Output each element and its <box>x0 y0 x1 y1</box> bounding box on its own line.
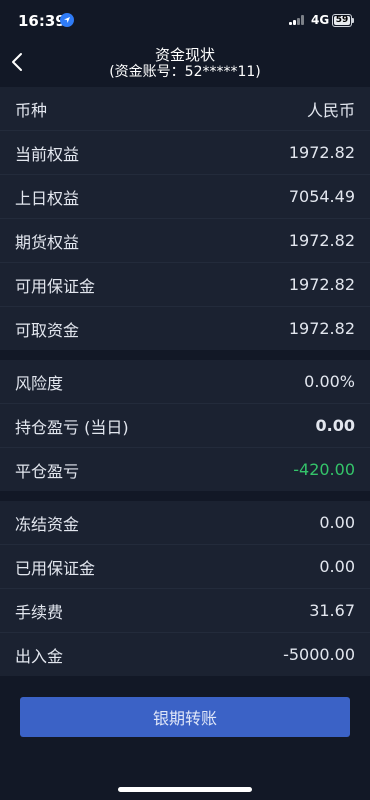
signal-icon <box>289 15 305 25</box>
withdrawable-funds-value: 1972.82 <box>288 319 355 338</box>
available-margin-value: 1972.82 <box>288 275 355 294</box>
location-arrow-icon <box>60 13 74 27</box>
section-divider <box>0 350 370 360</box>
row-commission: 手续费 31.67 <box>0 589 370 633</box>
deposit-withdrawal-label: 出入金 <box>15 646 64 666</box>
row-frozen-funds: 冻结资金 0.00 <box>0 501 370 545</box>
row-withdrawable-funds: 可取资金 1972.82 <box>0 307 370 350</box>
margin-fees-section: 冻结资金 0.00 已用保证金 0.00 手续费 31.67 出入金 -5000… <box>0 501 370 676</box>
back-button[interactable] <box>6 50 30 74</box>
previous-equity-value: 7054.49 <box>288 187 355 206</box>
position-pnl-value: 0.00 <box>315 416 355 435</box>
battery-level: 59 <box>335 15 349 25</box>
page-title: 资金现状 <box>154 46 215 64</box>
battery-icon: 59 <box>332 14 354 27</box>
row-previous-equity: 上日权益 7054.49 <box>0 175 370 219</box>
row-used-margin: 已用保证金 0.00 <box>0 545 370 589</box>
risk-pnl-section: 风险度 0.00% 持仓盈亏 (当日) 0.00 平仓盈亏 -420.00 <box>0 360 370 491</box>
position-pnl-label: 持仓盈亏 (当日) <box>15 417 129 437</box>
row-risk-degree: 风险度 0.00% <box>0 360 370 404</box>
current-equity-label: 当前权益 <box>15 144 80 164</box>
used-margin-value: 0.00 <box>319 557 355 576</box>
row-deposit-withdrawal: 出入金 -5000.00 <box>0 633 370 676</box>
status-time: 16:39 <box>18 12 66 30</box>
row-currency: 币种 人民币 <box>0 87 370 131</box>
available-margin-label: 可用保证金 <box>15 276 96 296</box>
currency-value: 人民币 <box>306 100 355 120</box>
bank-futures-transfer-button[interactable]: 银期转账 <box>20 697 350 737</box>
status-bar: 16:39 4G 59 <box>0 0 370 42</box>
fund-summary-section: 币种 人民币 当前权益 1972.82 上日权益 7054.49 期货权益 19… <box>0 87 370 350</box>
commission-label: 手续费 <box>15 602 64 622</box>
commission-value: 31.67 <box>309 601 355 620</box>
used-margin-label: 已用保证金 <box>15 558 96 578</box>
row-futures-equity: 期货权益 1972.82 <box>0 219 370 263</box>
chevron-left-icon <box>12 53 22 71</box>
deposit-withdrawal-value: -5000.00 <box>283 645 355 664</box>
risk-degree-label: 风险度 <box>15 373 64 393</box>
row-closed-pnl: 平仓盈亏 -420.00 <box>0 448 370 491</box>
closed-pnl-value: -420.00 <box>293 460 355 479</box>
futures-equity-label: 期货权益 <box>15 232 80 252</box>
section-divider <box>0 491 370 501</box>
closed-pnl-label: 平仓盈亏 <box>15 461 80 481</box>
row-current-equity: 当前权益 1972.82 <box>0 131 370 175</box>
nav-bar: 资金现状 (资金账号：52*****11) <box>0 42 370 87</box>
frozen-funds-value: 0.00 <box>319 513 355 532</box>
risk-degree-value: 0.00% <box>304 372 355 391</box>
previous-equity-label: 上日权益 <box>15 188 80 208</box>
network-label: 4G <box>311 13 330 27</box>
account-number: (资金账号：52*****11) <box>109 64 261 80</box>
row-position-pnl: 持仓盈亏 (当日) 0.00 <box>0 404 370 448</box>
frozen-funds-label: 冻结资金 <box>15 514 80 534</box>
current-equity-value: 1972.82 <box>288 143 355 162</box>
futures-equity-value: 1972.82 <box>288 231 355 250</box>
home-indicator[interactable] <box>118 787 252 792</box>
currency-label: 币种 <box>15 100 48 120</box>
withdrawable-funds-label: 可取资金 <box>15 320 80 340</box>
row-available-margin: 可用保证金 1972.82 <box>0 263 370 307</box>
